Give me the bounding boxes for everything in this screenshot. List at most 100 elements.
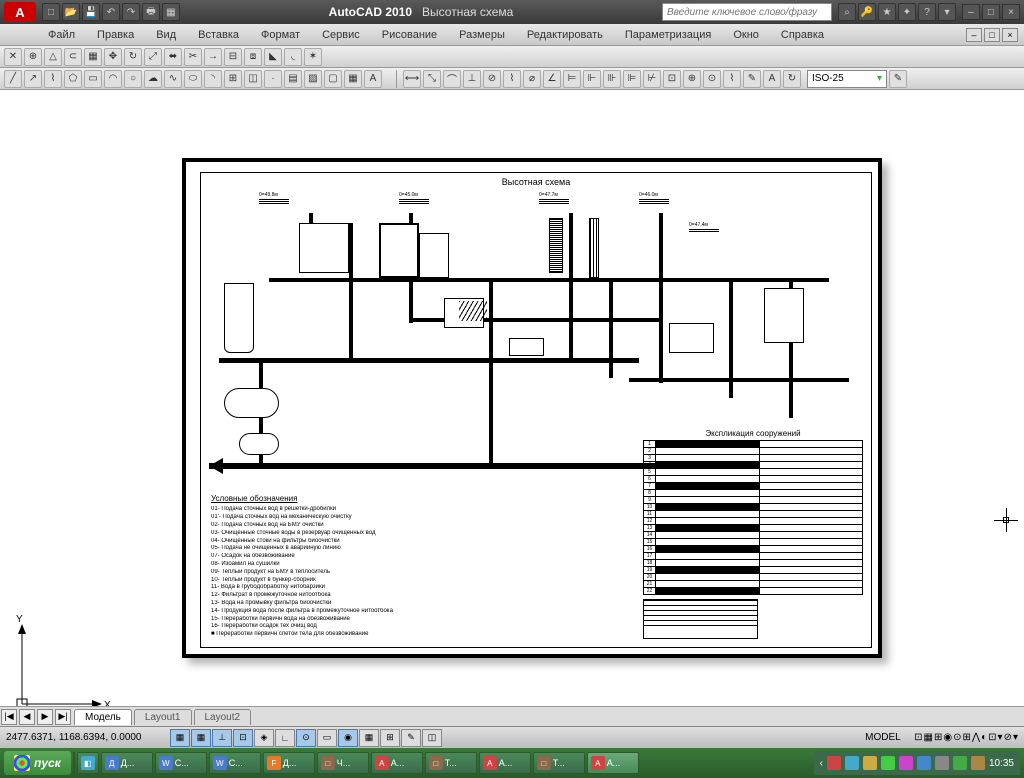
status-toggle-button[interactable]: ⊡ [233,729,253,747]
status-view-button[interactable]: ⊙ [953,732,961,743]
dimangular-icon[interactable]: ∠ [543,70,561,88]
dimstyle-manager-icon[interactable]: ✎ [889,70,907,88]
status-view-button[interactable]: MODEL [865,732,913,743]
qat-open-icon[interactable]: 📂 [62,3,80,21]
menu-window[interactable]: Окно [723,27,769,43]
tab-nav-first[interactable]: |◀ [1,709,17,725]
status-view-button[interactable]: ◐ [981,732,987,743]
break-icon[interactable]: ⊟ [224,48,242,66]
status-view-button[interactable]: ⊞ [963,732,971,743]
stretch-icon[interactable]: ⬌ [164,48,182,66]
status-toggle-button[interactable]: ▦ [191,729,211,747]
drawing-viewport[interactable]: Высотная схема 0=49.8м 0=45.0м 0=47.7м 0… [0,90,1024,726]
polyline-icon[interactable]: ⌇ [44,70,62,88]
status-toggle-button[interactable]: ◫ [422,729,442,747]
qat-print-icon[interactable]: 🖶 [142,3,160,21]
insertblock-icon[interactable]: ⊞ [224,70,242,88]
menu-help[interactable]: Справка [771,27,834,43]
tray-expand-icon[interactable]: ‹ [820,758,823,769]
spline-icon[interactable]: ∿ [164,70,182,88]
dimaligned-icon[interactable]: ⤡ [423,70,441,88]
help-search-input[interactable] [662,3,832,21]
chamfer-icon[interactable]: ◣ [264,48,282,66]
tab-nav-last[interactable]: ▶| [55,709,71,725]
dimtedit-icon[interactable]: A [763,70,781,88]
mtext-icon[interactable]: A [364,70,382,88]
taskbar-app-button[interactable]: WС... [155,752,207,774]
taskbar-app-button[interactable]: FД... [263,752,315,774]
menu-insert[interactable]: Вставка [188,27,249,43]
status-toggle-button[interactable]: ▦ [359,729,379,747]
status-view-button[interactable]: ⊡ [988,732,996,743]
menu-format[interactable]: Формат [251,27,310,43]
status-toggle-button[interactable]: ⊥ [212,729,232,747]
qat-plot-icon[interactable]: ▦ [162,3,180,21]
status-toggle-button[interactable]: ▦ [170,729,190,747]
status-toggle-button[interactable]: ▭ [317,729,337,747]
circle-icon[interactable]: ○ [124,70,142,88]
extend-icon[interactable]: → [204,48,222,66]
copy-icon[interactable]: ⊕ [24,48,42,66]
tolerance-icon[interactable]: ⊡ [663,70,681,88]
dimbreak-icon[interactable]: ⊬ [643,70,661,88]
qat-new-icon[interactable]: □ [42,3,60,21]
infocenter-icon[interactable]: ⌕ [838,3,856,21]
menu-parametric[interactable]: Параметризация [615,27,721,43]
ellipsearc-icon[interactable]: ◝ [204,70,222,88]
qdim-icon[interactable]: ⊨ [563,70,581,88]
maximize-button[interactable]: □ [982,4,1000,20]
minimize-button[interactable]: – [962,4,980,20]
xline-icon[interactable]: ↗ [24,70,42,88]
qat-redo-icon[interactable]: ↷ [122,3,140,21]
menu-view[interactable]: Вид [146,27,186,43]
menu-file[interactable]: Файл [38,27,85,43]
status-toggle-button[interactable]: ◈ [254,729,274,747]
mirror-icon[interactable]: △ [44,48,62,66]
table-icon[interactable]: ▦ [344,70,362,88]
taskbar-app-button[interactable]: ДД... [101,752,153,774]
tab-layout2[interactable]: Layout2 [194,709,252,725]
revcloud-icon[interactable]: ☁ [144,70,162,88]
doc-restore-button[interactable]: □ [984,28,1000,42]
status-view-button[interactable]: ⊘ [1004,732,1012,743]
explode-icon[interactable]: ✶ [304,48,322,66]
erase-icon[interactable]: ✕ [4,48,22,66]
status-view-button[interactable]: ⊡ [914,732,922,743]
polygon-icon[interactable]: ⬠ [64,70,82,88]
makeblock-icon[interactable]: ◫ [244,70,262,88]
doc-minimize-button[interactable]: – [966,28,982,42]
tab-model[interactable]: Модель [74,709,132,725]
status-view-button[interactable]: ⋀ [972,732,980,743]
tab-nav-next[interactable]: ▶ [37,709,53,725]
dimlinear-icon[interactable]: ⟷ [403,70,421,88]
dimbaseline-icon[interactable]: ⊩ [583,70,601,88]
scale-icon[interactable]: ⤢ [144,48,162,66]
dimupdate-icon[interactable]: ↻ [783,70,801,88]
ellipse-icon[interactable]: ⬭ [184,70,202,88]
dimordinate-icon[interactable]: ⊥ [463,70,481,88]
favorite-icon[interactable]: ★ [878,3,896,21]
exchange-icon[interactable]: ✦ [898,3,916,21]
rectangle-icon[interactable]: ▭ [84,70,102,88]
taskbar-app-button[interactable]: AA... [479,752,531,774]
status-toggle-button[interactable]: ⊙ [296,729,316,747]
gradient-icon[interactable]: ▨ [304,70,322,88]
arc-icon[interactable]: ◠ [104,70,122,88]
menu-tools[interactable]: Сервис [312,27,370,43]
dimcontinue-icon[interactable]: ⊪ [603,70,621,88]
line-icon[interactable]: ╱ [4,70,22,88]
status-toggle-button[interactable]: ∟ [275,729,295,747]
status-view-button[interactable]: ▾ [998,732,1003,743]
qat-save-icon[interactable]: 💾 [82,3,100,21]
tray-clock[interactable]: 10:35 [989,758,1014,769]
dimarc-icon[interactable]: ⌒ [443,70,461,88]
close-button[interactable]: × [1002,4,1020,20]
status-toggle-button[interactable]: ✎ [401,729,421,747]
trim-icon[interactable]: ✂ [184,48,202,66]
menu-modify[interactable]: Редактировать [517,27,613,43]
region-icon[interactable]: ▢ [324,70,342,88]
signin-icon[interactable]: 🔑 [858,3,876,21]
taskbar-app-button[interactable]: AA... [587,752,639,774]
dimjogged-icon[interactable]: ⌇ [503,70,521,88]
rotate-icon[interactable]: ↻ [124,48,142,66]
